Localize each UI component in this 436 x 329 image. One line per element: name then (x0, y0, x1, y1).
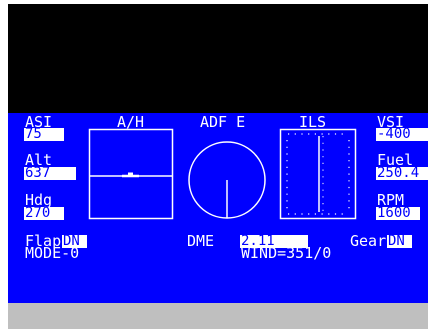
gear-label: Gear (350, 232, 387, 250)
dme-label: DME (187, 232, 215, 250)
gear-value: DN (387, 234, 412, 248)
wind-readout: WIND=351/0 (241, 244, 332, 262)
flight-sim-screen: ASI A/H ADF E ILS VSI 75 Alt 637 Hdg 270… (0, 0, 436, 329)
mode-readout: MODE-0 (25, 244, 80, 262)
ils-indicator (279, 128, 357, 220)
instrument-gauges (88, 128, 357, 220)
adf-dial (188, 141, 266, 219)
attitude-indicator (88, 128, 174, 220)
